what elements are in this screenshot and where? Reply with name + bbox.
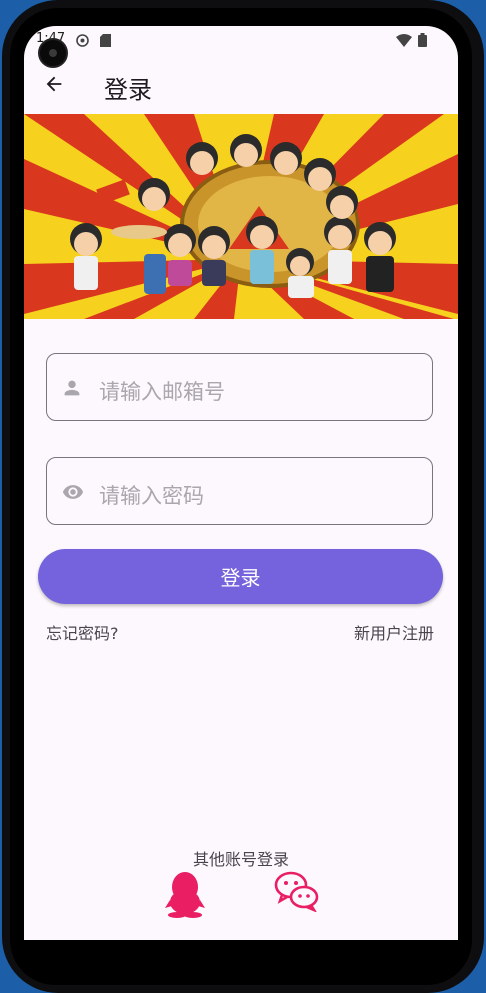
device-bottom-bezel bbox=[10, 940, 472, 985]
page-title: 登录 bbox=[104, 76, 152, 104]
wechat-icon bbox=[274, 871, 319, 913]
wifi-icon bbox=[396, 32, 412, 51]
email-field[interactable]: 请输入邮箱号 bbox=[46, 353, 433, 421]
wechat-login-button[interactable] bbox=[274, 870, 320, 916]
other-login-label: 其他账号登录 bbox=[192, 850, 289, 869]
forgot-password-link[interactable]: 忘记密码? bbox=[46, 620, 119, 644]
password-placeholder: 请输入密码 bbox=[99, 484, 204, 508]
password-field[interactable]: 请输入密码 bbox=[46, 457, 433, 525]
person-icon bbox=[64, 380, 80, 396]
eye-icon[interactable] bbox=[61, 481, 85, 503]
app-screen: 1:47 登录 bbox=[24, 26, 458, 940]
email-placeholder: 请输入邮箱号 bbox=[99, 380, 225, 404]
camera-icon bbox=[38, 38, 68, 68]
login-button[interactable]: 登录 bbox=[38, 549, 443, 604]
register-link[interactable]: 新用户注册 bbox=[354, 620, 434, 644]
back-button[interactable] bbox=[38, 68, 70, 100]
banner-image bbox=[24, 114, 458, 319]
qq-login-button[interactable] bbox=[164, 870, 206, 922]
arrow-back-icon bbox=[46, 76, 62, 92]
sd-card-icon bbox=[100, 32, 111, 51]
battery-icon bbox=[418, 32, 427, 51]
qq-icon bbox=[165, 872, 205, 918]
status-bar: 1:47 bbox=[24, 26, 458, 54]
app-bar: 登录 bbox=[24, 54, 458, 112]
sync-icon bbox=[76, 32, 89, 51]
